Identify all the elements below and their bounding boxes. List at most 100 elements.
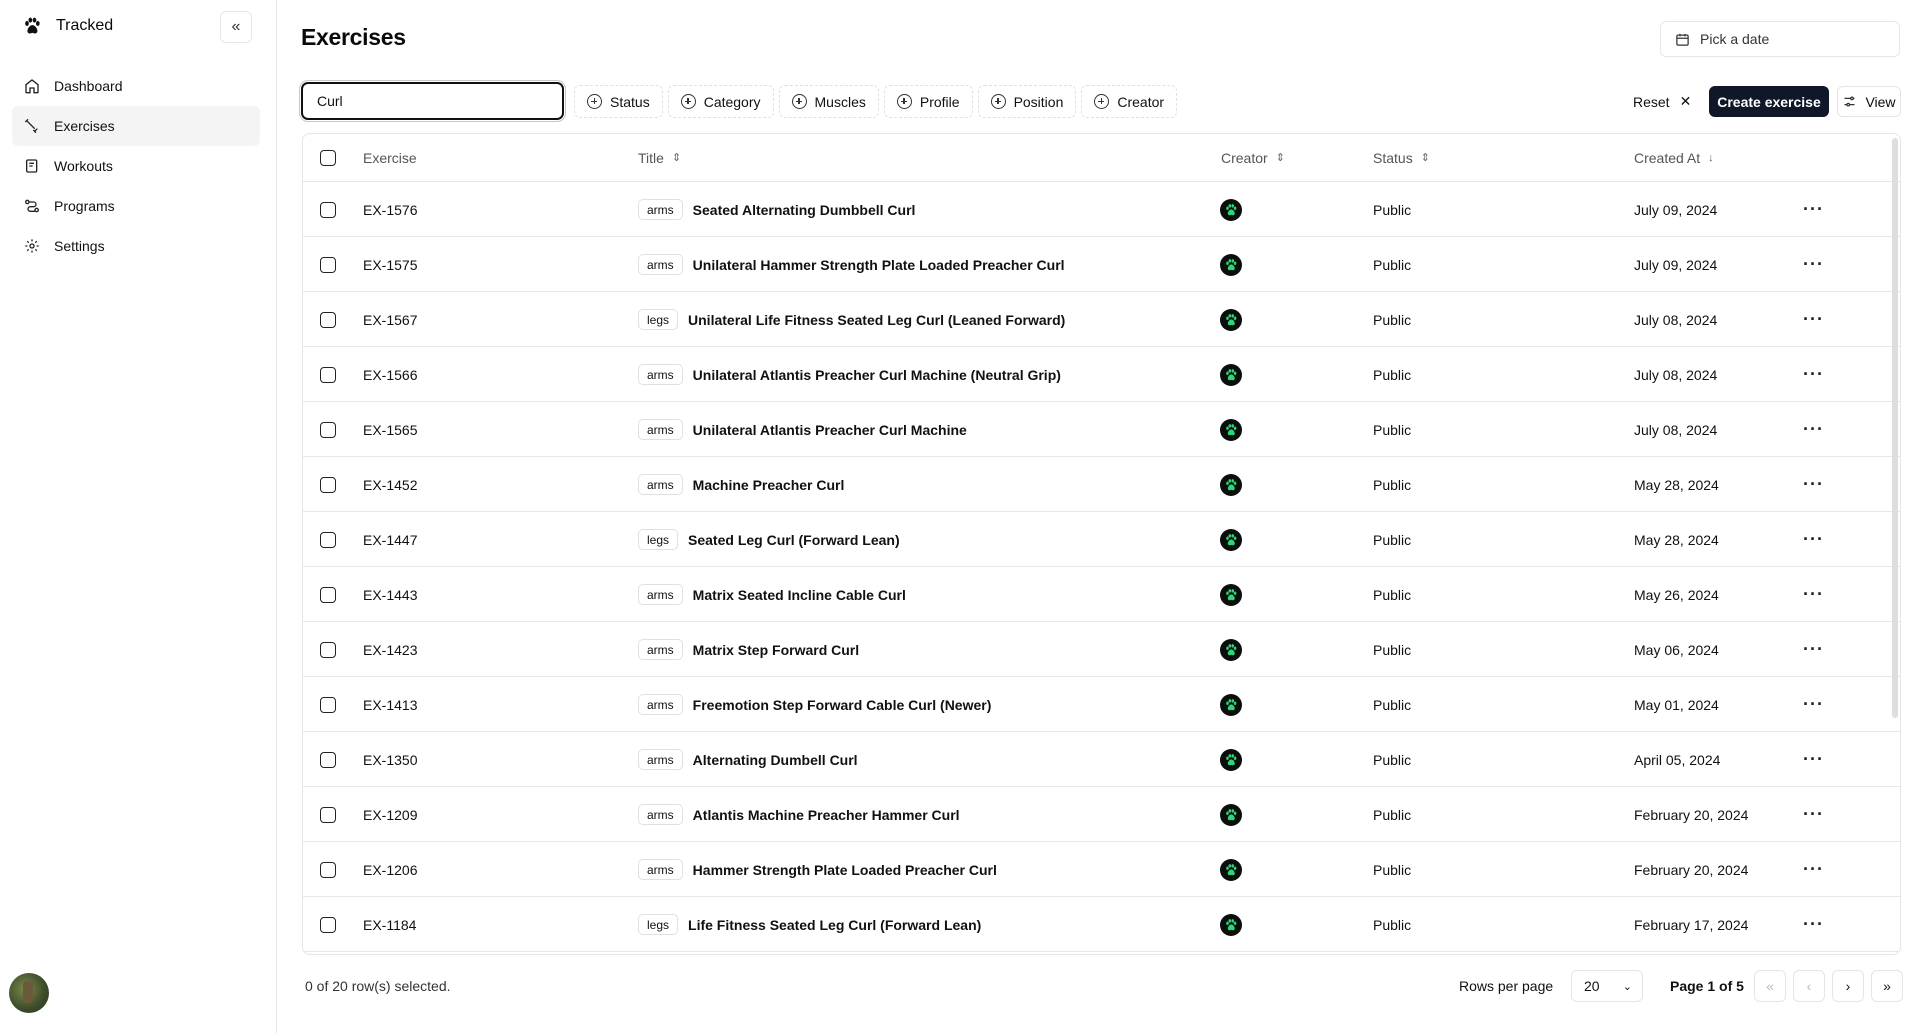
- exercise-id[interactable]: EX-1423: [363, 622, 417, 677]
- exercise-id[interactable]: EX-1575: [363, 237, 417, 292]
- table-row[interactable]: EX-1209 arms Atlantis Machine Preacher Ham…: [303, 787, 1900, 842]
- column-header-status[interactable]: Status ⇕: [1373, 134, 1430, 182]
- exercise-title[interactable]: Matrix Step Forward Curl: [693, 642, 859, 658]
- creator-avatar[interactable]: [1220, 583, 1242, 606]
- creator-avatar[interactable]: [1220, 418, 1242, 441]
- exercise-id[interactable]: EX-1209: [363, 787, 417, 842]
- creator-avatar[interactable]: [1220, 693, 1242, 716]
- creator-avatar[interactable]: [1220, 253, 1242, 276]
- avatar[interactable]: [9, 973, 49, 1013]
- table-row[interactable]: EX-1452 arms Machine Preacher Curl Public Ma…: [303, 457, 1900, 512]
- table-row[interactable]: EX-1184 legs Life Fitness Seated Leg Curl …: [303, 897, 1900, 952]
- row-checkbox[interactable]: [320, 366, 336, 383]
- rows-per-page-select[interactable]: 20 ⌄: [1571, 970, 1643, 1002]
- table-row[interactable]: EX-1350 arms Alternating Dumbell Curl Publi…: [303, 732, 1900, 787]
- exercise-title[interactable]: Seated Alternating Dumbbell Curl: [693, 202, 916, 218]
- exercise-title[interactable]: Matrix Seated Incline Cable Curl: [693, 587, 906, 603]
- create-exercise-button[interactable]: Create exercise: [1709, 86, 1829, 117]
- row-actions-button[interactable]: ···: [1803, 787, 1824, 842]
- table-row[interactable]: EX-1566 arms Unilateral Atlantis Preacher …: [303, 347, 1900, 402]
- select-all-checkbox[interactable]: [320, 150, 336, 166]
- sidebar-item-programs[interactable]: Programs: [12, 186, 260, 226]
- row-actions-button[interactable]: ···: [1803, 897, 1824, 952]
- filter-creator-button[interactable]: Creator: [1081, 85, 1178, 118]
- sidebar-item-workouts[interactable]: Workouts: [12, 146, 260, 186]
- exercise-title[interactable]: Freemotion Step Forward Cable Curl (Newe…: [693, 697, 992, 713]
- table-row[interactable]: EX-1206 arms Hammer Strength Plate Loaded …: [303, 842, 1900, 897]
- row-actions-button[interactable]: ···: [1803, 622, 1824, 677]
- date-picker-button[interactable]: Pick a date: [1660, 21, 1900, 57]
- view-options-button[interactable]: View: [1837, 86, 1901, 117]
- row-checkbox[interactable]: [320, 201, 336, 218]
- row-checkbox[interactable]: [320, 311, 336, 328]
- row-actions-button[interactable]: ···: [1803, 567, 1824, 622]
- exercise-title[interactable]: Unilateral Hammer Strength Plate Loaded …: [693, 257, 1065, 273]
- creator-avatar[interactable]: [1220, 803, 1242, 826]
- exercise-id[interactable]: EX-1350: [363, 732, 417, 787]
- row-actions-button[interactable]: ···: [1803, 732, 1824, 787]
- filter-muscles-button[interactable]: Muscles: [778, 85, 879, 118]
- row-actions-button[interactable]: ···: [1803, 237, 1824, 292]
- creator-avatar[interactable]: [1220, 473, 1242, 496]
- exercise-id[interactable]: EX-1206: [363, 842, 417, 897]
- row-checkbox[interactable]: [320, 641, 336, 658]
- creator-avatar[interactable]: [1220, 913, 1242, 936]
- exercise-id[interactable]: EX-1566: [363, 347, 417, 402]
- table-row[interactable]: EX-1576 arms Seated Alternating Dumbbell C…: [303, 182, 1900, 237]
- row-checkbox[interactable]: [320, 861, 336, 878]
- creator-avatar[interactable]: [1220, 198, 1242, 221]
- last-page-button[interactable]: »: [1871, 970, 1903, 1002]
- sidebar-item-dashboard[interactable]: Dashboard: [12, 66, 260, 106]
- table-row[interactable]: EX-1413 arms Freemotion Step Forward Cable…: [303, 677, 1900, 732]
- previous-page-button[interactable]: ‹: [1793, 970, 1825, 1002]
- row-checkbox[interactable]: [320, 256, 336, 273]
- creator-avatar[interactable]: [1220, 858, 1242, 881]
- exercise-id[interactable]: EX-1576: [363, 182, 417, 237]
- first-page-button[interactable]: «: [1754, 970, 1786, 1002]
- row-actions-button[interactable]: ···: [1803, 402, 1824, 457]
- column-header-created-at[interactable]: Created At ↓: [1634, 134, 1714, 182]
- table-row[interactable]: EX-1567 legs Unilateral Life Fitness Seate…: [303, 292, 1900, 347]
- creator-avatar[interactable]: [1220, 638, 1242, 661]
- row-checkbox[interactable]: [320, 916, 336, 933]
- row-checkbox[interactable]: [320, 476, 336, 493]
- filter-profile-button[interactable]: Profile: [883, 85, 973, 118]
- table-row[interactable]: EX-1575 arms Unilateral Hammer Strength Pl…: [303, 237, 1900, 292]
- exercise-title[interactable]: Unilateral Life Fitness Seated Leg Curl …: [688, 312, 1065, 328]
- column-header-title[interactable]: Title ⇕: [638, 134, 681, 182]
- exercise-id[interactable]: EX-1452: [363, 457, 417, 512]
- search-input[interactable]: [301, 82, 564, 120]
- exercise-title[interactable]: Alternating Dumbell Curl: [693, 752, 858, 768]
- row-checkbox[interactable]: [320, 806, 336, 823]
- row-checkbox[interactable]: [320, 531, 336, 548]
- row-actions-button[interactable]: ···: [1803, 677, 1824, 732]
- exercise-id[interactable]: EX-1447: [363, 512, 417, 567]
- exercise-title[interactable]: Life Fitness Seated Leg Curl (Forward Le…: [688, 917, 981, 933]
- creator-avatar[interactable]: [1220, 528, 1242, 551]
- exercise-id[interactable]: EX-1443: [363, 567, 417, 622]
- row-checkbox[interactable]: [320, 696, 336, 713]
- row-actions-button[interactable]: ···: [1803, 182, 1824, 237]
- exercise-id[interactable]: EX-1565: [363, 402, 417, 457]
- table-row[interactable]: EX-1443 arms Matrix Seated Incline Cable C…: [303, 567, 1900, 622]
- creator-avatar[interactable]: [1220, 748, 1242, 771]
- exercise-title[interactable]: Atlantis Machine Preacher Hammer Curl: [693, 807, 960, 823]
- row-actions-button[interactable]: ···: [1803, 347, 1824, 402]
- row-actions-button[interactable]: ···: [1803, 292, 1824, 347]
- brand[interactable]: Tracked: [22, 16, 113, 36]
- row-actions-button[interactable]: ···: [1803, 842, 1824, 897]
- filter-status-button[interactable]: Status: [574, 85, 663, 118]
- collapse-sidebar-button[interactable]: «: [220, 11, 252, 43]
- row-actions-button[interactable]: ···: [1803, 512, 1824, 567]
- exercise-title[interactable]: Hammer Strength Plate Loaded Preacher Cu…: [693, 862, 997, 878]
- scrollbar[interactable]: [1892, 138, 1898, 718]
- filter-position-button[interactable]: Position: [977, 85, 1077, 118]
- reset-filters-button[interactable]: Reset ✕: [1621, 85, 1703, 118]
- exercise-title[interactable]: Seated Leg Curl (Forward Lean): [688, 532, 900, 548]
- table-row[interactable]: EX-1447 legs Seated Leg Curl (Forward Lean…: [303, 512, 1900, 567]
- exercise-id[interactable]: EX-1184: [363, 897, 416, 952]
- creator-avatar[interactable]: [1220, 363, 1242, 386]
- exercise-title[interactable]: Machine Preacher Curl: [693, 477, 845, 493]
- row-checkbox[interactable]: [320, 586, 336, 603]
- table-row[interactable]: EX-1565 arms Unilateral Atlantis Preacher …: [303, 402, 1900, 457]
